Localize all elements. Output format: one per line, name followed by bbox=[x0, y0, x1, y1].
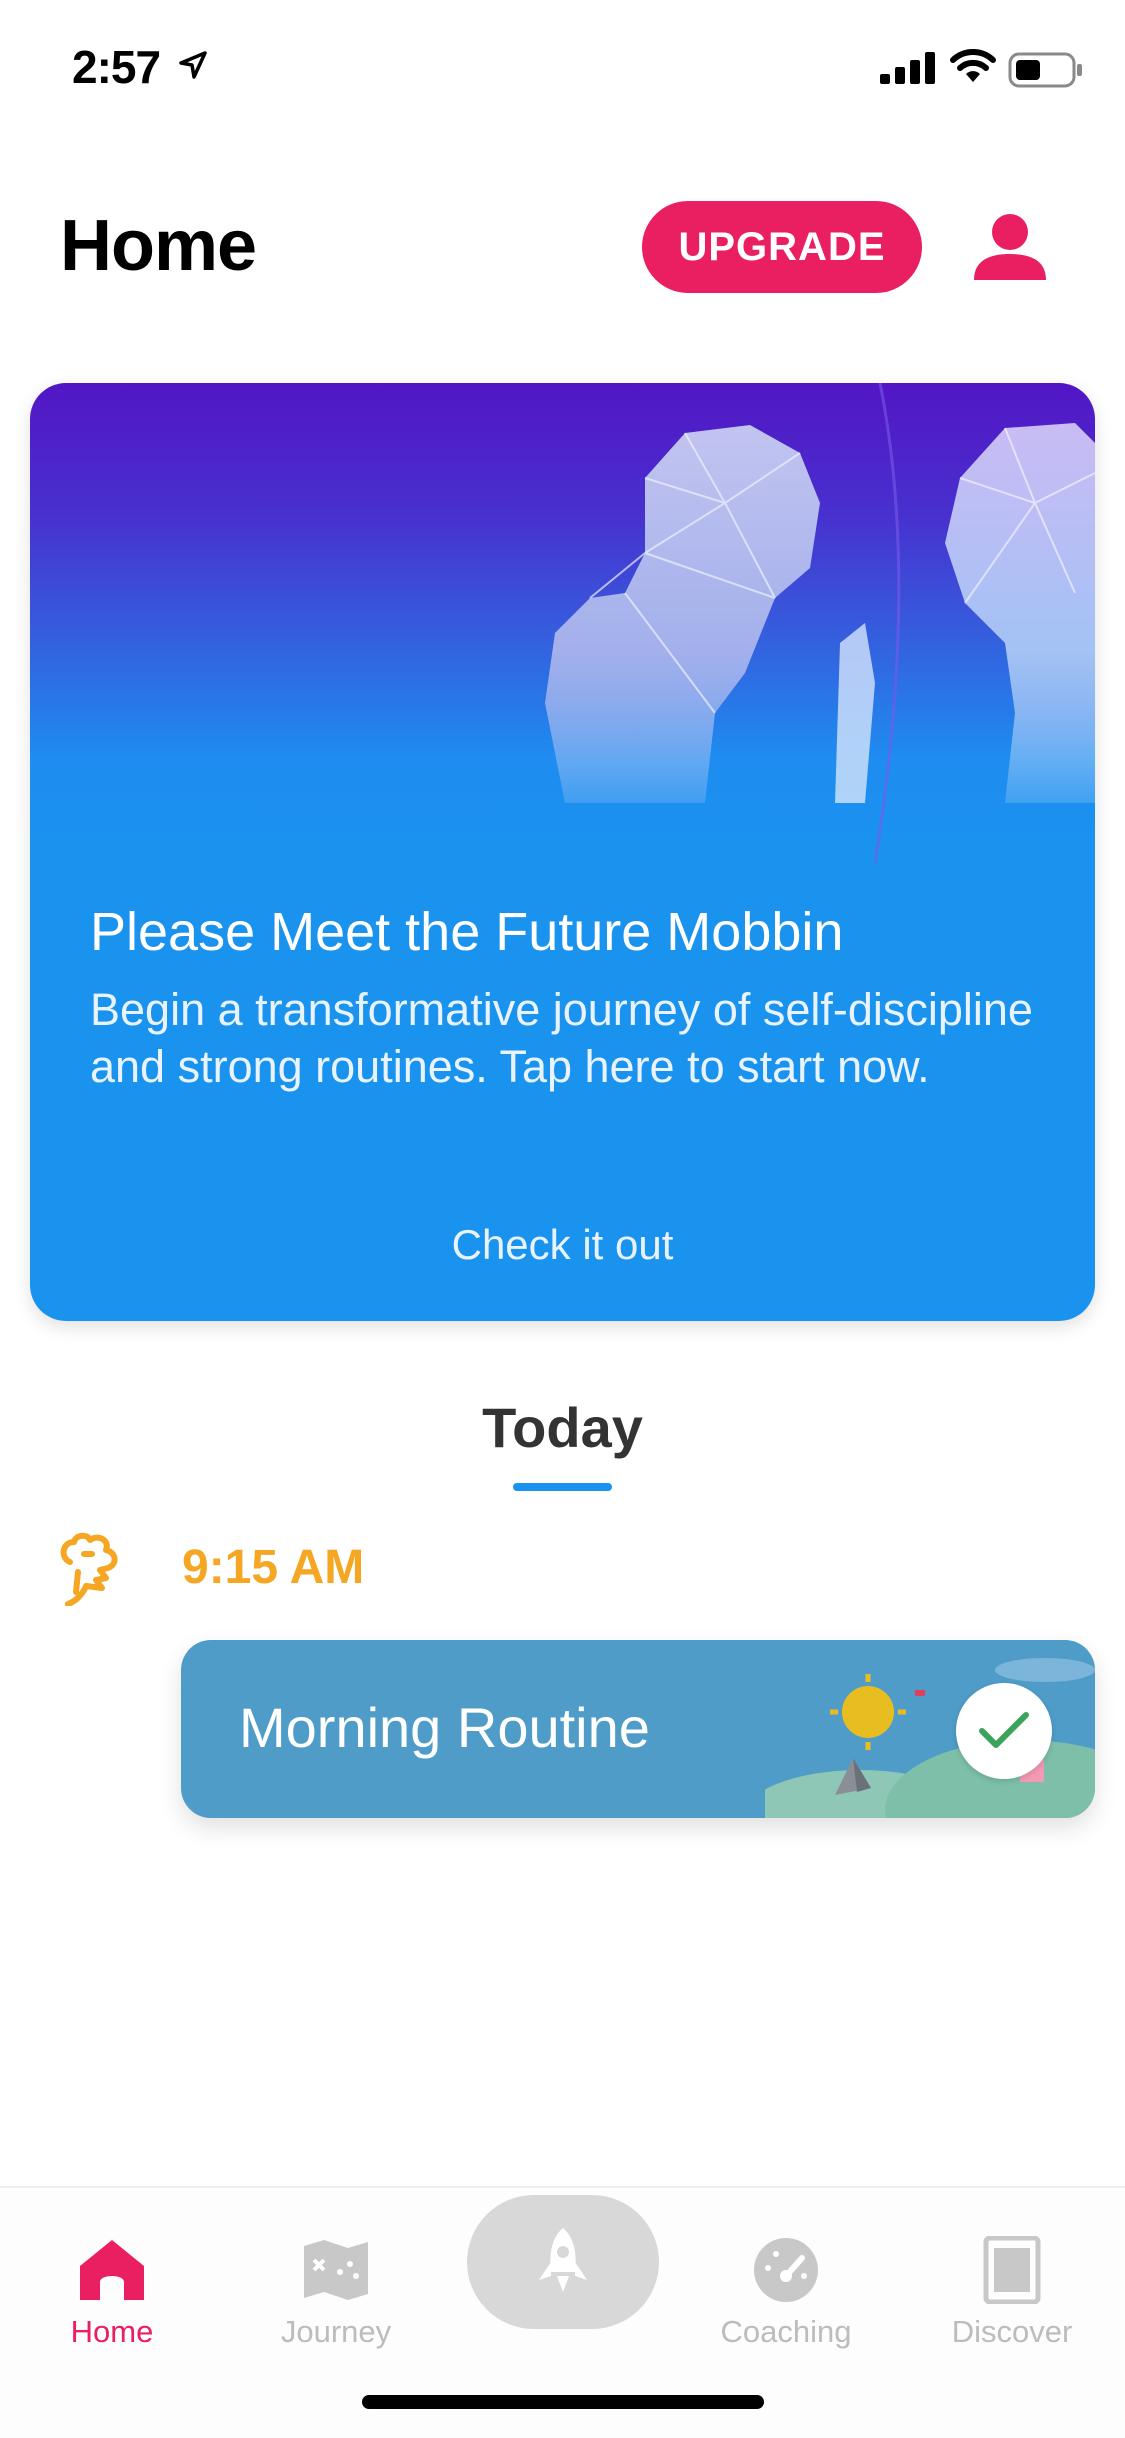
book-icon bbox=[983, 2236, 1041, 2304]
tab-journey[interactable]: Journey bbox=[246, 2212, 426, 2362]
tab-home[interactable]: Home bbox=[22, 2212, 202, 2362]
gauge-icon bbox=[754, 2238, 818, 2302]
routine-title: Morning Routine bbox=[239, 1696, 650, 1759]
routine-complete-checkbox[interactable] bbox=[956, 1683, 1052, 1779]
routine-time: 9:15 AM bbox=[182, 1541, 365, 1594]
user-icon[interactable] bbox=[970, 212, 1050, 284]
today-tab-indicator bbox=[513, 1483, 612, 1491]
signal-icon bbox=[880, 52, 935, 84]
home-indicator bbox=[362, 2395, 764, 2409]
map-icon bbox=[304, 2240, 368, 2300]
tab-coaching[interactable]: Coaching bbox=[696, 2212, 876, 2362]
wifi-icon bbox=[950, 49, 996, 82]
hero-illustration bbox=[545, 383, 1095, 863]
hero-card[interactable]: Please Meet the Future Mobbin Begin a tr… bbox=[30, 383, 1095, 1321]
status-time: 2:57 bbox=[72, 41, 161, 93]
hero-title: Please Meet the Future Mobbin bbox=[90, 902, 844, 962]
rooster-icon bbox=[60, 1532, 118, 1606]
hero-description: Begin a transformative journey of self-d… bbox=[90, 984, 1033, 1092]
status-bar: 2:57 bbox=[0, 0, 1125, 130]
tab-label: Discover bbox=[951, 2314, 1073, 2349]
tab-label: Home bbox=[70, 2314, 154, 2349]
tab-discover[interactable]: Discover bbox=[922, 2212, 1102, 2362]
page-title: Home bbox=[60, 206, 257, 286]
location-arrow-icon bbox=[179, 51, 207, 79]
rocket-icon bbox=[539, 2228, 587, 2292]
tab-label: Journey bbox=[280, 2314, 392, 2349]
rocket-button[interactable] bbox=[467, 2195, 659, 2329]
tab-label: Coaching bbox=[720, 2314, 852, 2349]
battery-icon bbox=[1008, 52, 1082, 88]
today-tab[interactable]: Today bbox=[0, 1395, 1125, 1460]
upgrade-button[interactable]: UPGRADE bbox=[642, 201, 922, 293]
check-it-out-link[interactable]: Check it out bbox=[30, 1221, 1095, 1269]
home-icon bbox=[80, 2240, 144, 2300]
check-icon bbox=[979, 1712, 1029, 1748]
